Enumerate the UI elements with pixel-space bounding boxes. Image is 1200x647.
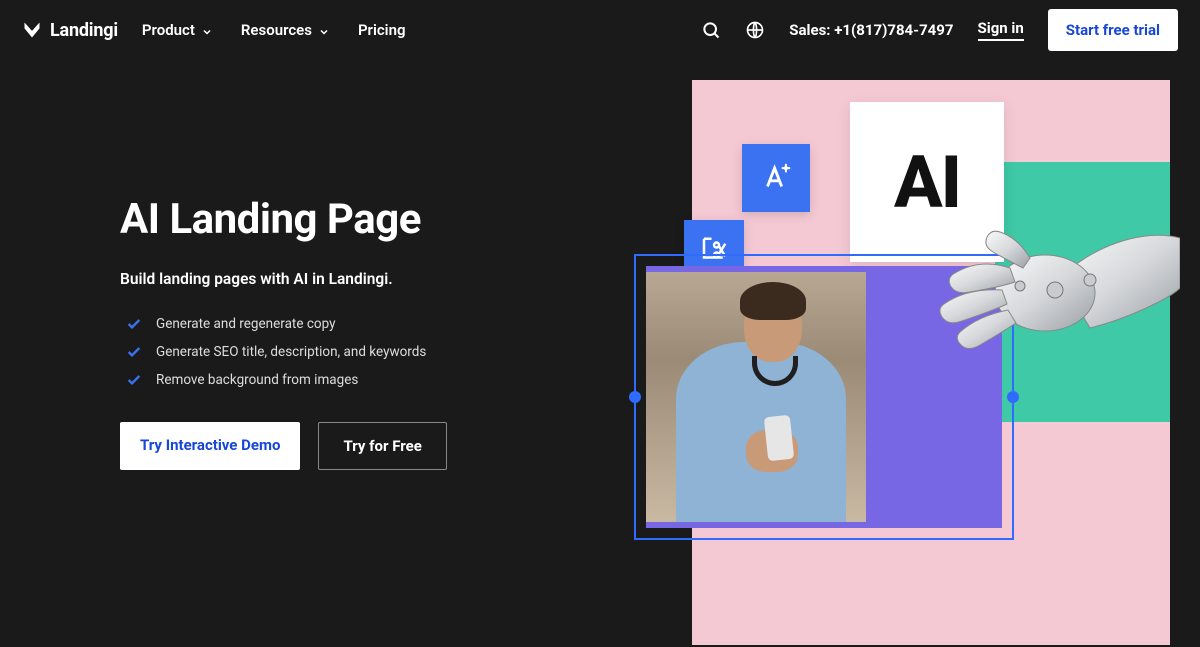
check-icon [126,344,142,360]
selection-handle [1007,391,1019,403]
header-right: Sales: +1(817)784-7497 Sign in Start fre… [701,9,1178,51]
photo-person [764,415,794,461]
nav-product[interactable]: Product [142,21,213,39]
search-icon[interactable] [701,20,721,40]
collage-photo [646,272,866,522]
nav-resources[interactable]: Resources [241,21,330,39]
feature-item: Generate SEO title, description, and key… [120,344,600,360]
hero: AI Landing Page Build landing pages with… [0,80,1200,645]
feature-item: Generate and regenerate copy [120,316,600,332]
chevron-down-icon [201,24,213,36]
check-icon [126,372,142,388]
sales-phone[interactable]: Sales: +1(817)784-7497 [789,21,953,39]
feature-list: Generate and regenerate copy Generate SE… [120,316,600,388]
check-icon [126,316,142,332]
hero-collage: AI [692,80,1170,645]
nav-pricing-label: Pricing [358,21,406,39]
photo-person [740,282,806,320]
nav-pricing[interactable]: Pricing [358,21,406,39]
try-demo-button[interactable]: Try Interactive Demo [120,422,300,470]
nav-resources-label: Resources [241,21,312,39]
feature-text: Generate SEO title, description, and key… [156,344,426,360]
nav-product-label: Product [142,21,195,39]
collage-ai-card: AI [850,102,1004,262]
selection-handle [629,391,641,403]
chevron-down-icon [318,24,330,36]
feature-text: Generate and regenerate copy [156,316,336,332]
hero-title: AI Landing Page [120,195,600,244]
brand-name: Landingi [50,20,118,41]
selection-frame [634,254,1014,540]
hero-content: AI Landing Page Build landing pages with… [120,80,600,645]
globe-icon[interactable] [745,20,765,40]
hero-buttons: Try Interactive Demo Try for Free [120,422,600,470]
header: Landingi Product Resources Pricing Sales… [0,0,1200,60]
try-free-button[interactable]: Try for Free [318,422,446,470]
sign-in-link[interactable]: Sign in [978,19,1024,41]
primary-nav: Product Resources Pricing [142,21,406,39]
hero-subtitle: Build landing pages with AI in Landingi. [120,270,600,288]
start-free-trial-button[interactable]: Start free trial [1048,9,1178,51]
brand-logo[interactable]: Landingi [22,20,118,41]
feature-item: Remove background from images [120,372,600,388]
feature-text: Remove background from images [156,372,358,388]
collage-teal-block [995,162,1170,422]
brand-logo-icon [22,20,42,40]
ai-text-icon [742,144,810,212]
